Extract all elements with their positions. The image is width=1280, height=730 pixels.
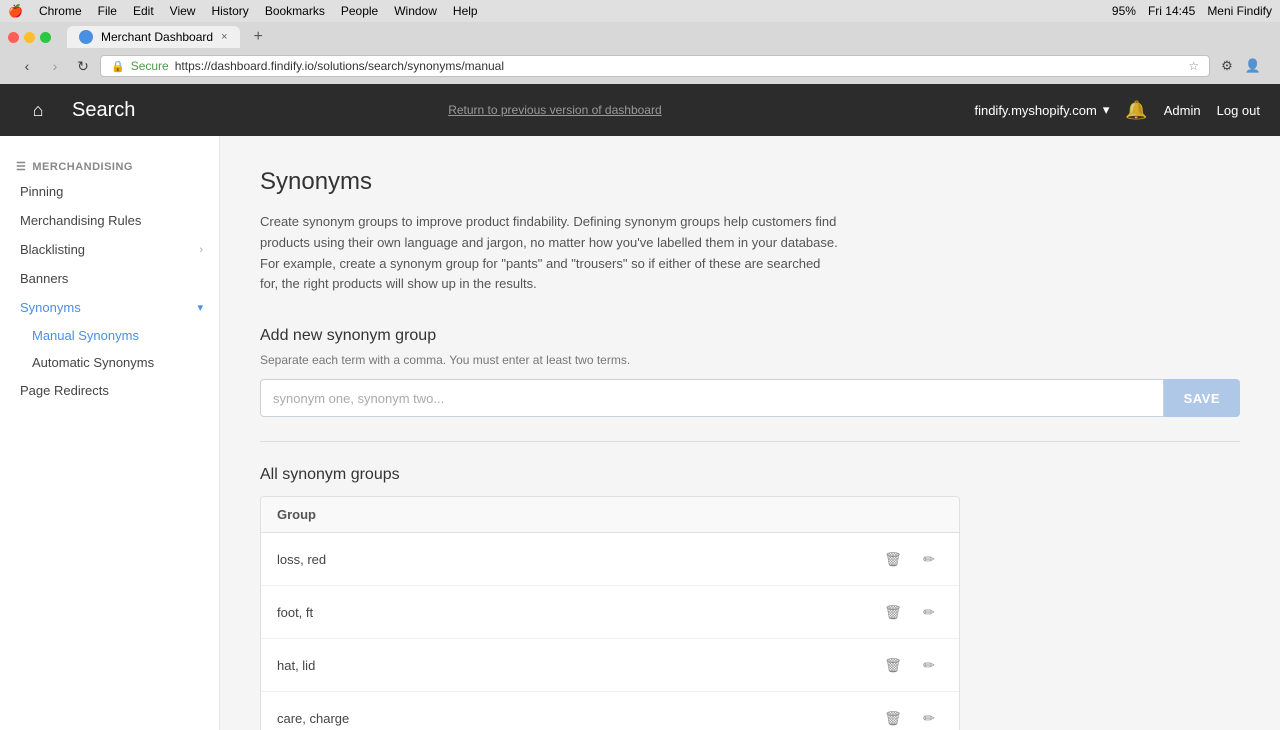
synonym-terms: loss, red — [277, 552, 879, 567]
notifications-button[interactable]: 🔔 — [1125, 100, 1147, 121]
sidebar-item-page-redirects[interactable]: Page Redirects — [0, 376, 219, 405]
bookmark-icon[interactable]: ☆ — [1188, 59, 1199, 73]
sidebar-item-blacklisting[interactable]: Blacklisting › — [0, 235, 219, 264]
synonym-terms: care, charge — [277, 711, 879, 726]
sidebar-subitem-automatic-synonyms[interactable]: Automatic Synonyms — [0, 349, 219, 376]
edit-button[interactable]: ✏ — [915, 651, 943, 679]
sidebar-section-title: ☰ MERCHANDISING — [0, 152, 219, 177]
delete-button[interactable]: 🗑 — [879, 545, 907, 573]
tab-title: Merchant Dashboard — [101, 30, 213, 44]
browser-chrome: Merchant Dashboard × + ‹ › ↻ 🔒 Secure ht… — [0, 22, 1280, 84]
user-profile-button[interactable]: 👤 — [1242, 55, 1264, 77]
synonym-terms: foot, ft — [277, 605, 879, 620]
return-to-previous-link[interactable]: Return to previous version of dashboard — [151, 103, 958, 117]
shop-selector[interactable]: findify.myshopify.com ▾ — [974, 102, 1109, 118]
window-close-button[interactable] — [8, 32, 19, 43]
tab-close-button[interactable]: × — [221, 31, 227, 43]
table-row: care, charge 🗑 ✏ — [261, 692, 959, 730]
url-text: https://dashboard.findify.io/solutions/s… — [175, 59, 504, 73]
edit-button[interactable]: ✏ — [915, 545, 943, 573]
main-layout: ☰ MERCHANDISING Pinning Merchandising Ru… — [0, 136, 1280, 730]
home-button[interactable]: ⌂ — [20, 92, 56, 128]
mac-window-menu[interactable]: Window — [394, 4, 437, 18]
delete-button[interactable]: 🗑 — [879, 704, 907, 730]
page-title: Synonyms — [260, 168, 1240, 196]
add-group-section-title: Add new synonym group — [260, 327, 1240, 345]
save-button[interactable]: SAVE — [1164, 379, 1240, 417]
admin-link[interactable]: Admin — [1164, 103, 1201, 118]
synonym-terms: hat, lid — [277, 658, 879, 673]
home-icon: ⌂ — [33, 100, 44, 121]
new-tab-button[interactable]: + — [248, 26, 269, 48]
mac-apple-menu[interactable]: 🍎 — [8, 4, 23, 18]
blacklisting-chevron-icon: › — [199, 244, 203, 256]
edit-button[interactable]: ✏ — [915, 598, 943, 626]
sidebar: ☰ MERCHANDISING Pinning Merchandising Ru… — [0, 136, 220, 730]
address-bar[interactable]: 🔒 Secure https://dashboard.findify.io/so… — [100, 55, 1210, 77]
tab-favicon — [79, 30, 93, 44]
window-maximize-button[interactable] — [40, 32, 51, 43]
delete-button[interactable]: 🗑 — [879, 651, 907, 679]
app-title: Search — [72, 99, 135, 122]
browser-nav-bar: ‹ › ↻ 🔒 Secure https://dashboard.findify… — [8, 52, 1272, 80]
extensions-button[interactable]: ⚙ — [1216, 55, 1238, 77]
synonyms-chevron-icon: ▾ — [197, 301, 203, 314]
mac-bookmarks-menu[interactable]: Bookmarks — [265, 4, 325, 18]
row-actions: 🗑 ✏ — [879, 704, 943, 730]
synonym-input[interactable] — [260, 379, 1164, 417]
app-container: ⌂ Search Return to previous version of d… — [0, 84, 1280, 730]
mac-file-menu[interactable]: File — [98, 4, 117, 18]
edit-button[interactable]: ✏ — [915, 704, 943, 730]
sidebar-item-banners[interactable]: Banners — [0, 264, 219, 293]
forward-button[interactable]: › — [44, 55, 66, 77]
mac-user: Meni Findify — [1207, 4, 1272, 18]
section-divider — [260, 441, 1240, 442]
sidebar-item-synonyms[interactable]: Synonyms ▾ — [0, 293, 219, 322]
table-row: loss, red 🗑 ✏ — [261, 533, 959, 586]
logout-button[interactable]: Log out — [1217, 103, 1260, 118]
mac-people-menu[interactable]: People — [341, 4, 378, 18]
synonym-groups-table: Group loss, red 🗑 ✏ foot, ft 🗑 ✏ — [260, 496, 960, 730]
add-synonym-row: SAVE — [260, 379, 1240, 417]
page-description: Create synonym groups to improve product… — [260, 212, 840, 295]
shop-chevron-icon: ▾ — [1103, 102, 1110, 118]
mac-menubar: 🍎 Chrome File Edit View History Bookmark… — [0, 0, 1280, 22]
row-actions: 🗑 ✏ — [879, 545, 943, 573]
mac-help-menu[interactable]: Help — [453, 4, 478, 18]
row-actions: 🗑 ✏ — [879, 651, 943, 679]
all-groups-title: All synonym groups — [260, 466, 1240, 484]
back-button[interactable]: ‹ — [16, 55, 38, 77]
sidebar-section-icon: ☰ — [16, 160, 26, 173]
content-area: Synonyms Create synonym groups to improv… — [220, 136, 1280, 730]
protocol-label: Secure — [131, 59, 169, 73]
mac-time: Fri 14:45 — [1148, 4, 1195, 18]
tab-bar: Merchant Dashboard × + — [8, 26, 1272, 48]
reload-button[interactable]: ↻ — [72, 55, 94, 77]
sidebar-subitem-manual-synonyms[interactable]: Manual Synonyms — [0, 322, 219, 349]
browser-tab-active[interactable]: Merchant Dashboard × — [67, 26, 240, 48]
top-nav-right: findify.myshopify.com ▾ 🔔 Admin Log out — [974, 100, 1260, 121]
table-row: foot, ft 🗑 ✏ — [261, 586, 959, 639]
mac-edit-menu[interactable]: Edit — [133, 4, 154, 18]
top-navigation: ⌂ Search Return to previous version of d… — [0, 84, 1280, 136]
mac-view-menu[interactable]: View — [170, 4, 196, 18]
window-minimize-button[interactable] — [24, 32, 35, 43]
sidebar-item-merchandising-rules[interactable]: Merchandising Rules — [0, 206, 219, 235]
row-actions: 🗑 ✏ — [879, 598, 943, 626]
table-header: Group — [261, 497, 959, 533]
mac-chrome-menu[interactable]: Chrome — [39, 4, 82, 18]
mac-battery: 95% — [1112, 4, 1136, 18]
add-group-subtitle: Separate each term with a comma. You mus… — [260, 353, 1240, 367]
table-row: hat, lid 🗑 ✏ — [261, 639, 959, 692]
mac-history-menu[interactable]: History — [211, 4, 248, 18]
delete-button[interactable]: 🗑 — [879, 598, 907, 626]
security-icon: 🔒 — [111, 60, 125, 73]
sidebar-item-pinning[interactable]: Pinning — [0, 177, 219, 206]
shop-name: findify.myshopify.com — [974, 103, 1096, 118]
